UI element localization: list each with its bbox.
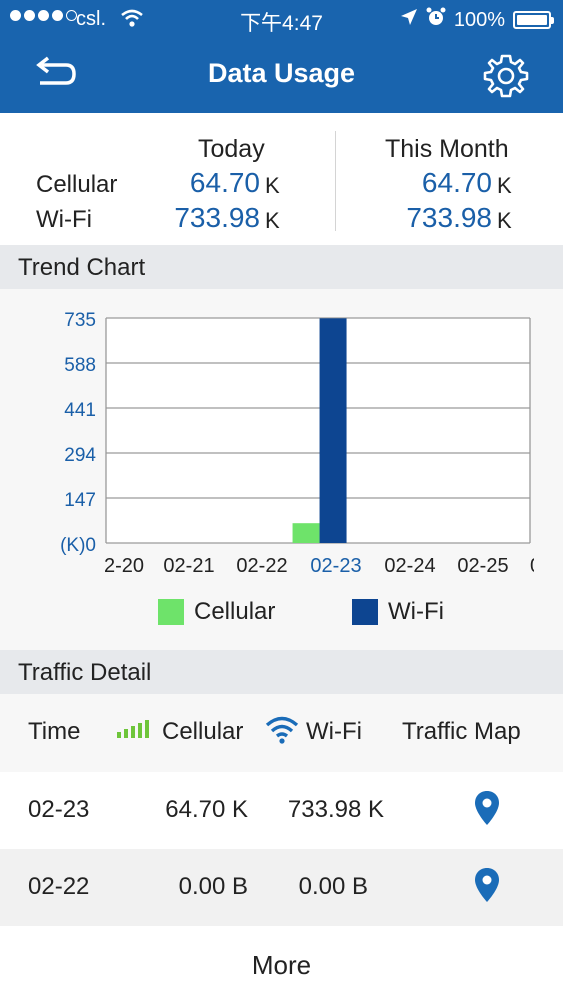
status-right: 100% [400, 7, 554, 33]
month-header: This Month [385, 135, 509, 163]
x-tick-label: 02-24 [384, 555, 435, 577]
col-time-header: Time [28, 718, 81, 745]
today-cellular-value: 64.70 [189, 167, 260, 198]
today-header: Today [198, 135, 265, 163]
cellular-label: Cellular [36, 171, 118, 198]
gear-icon [483, 54, 529, 98]
row-time: 02-23 [28, 796, 90, 823]
y-tick-label: 588 [64, 355, 96, 376]
month-cellular-unit: K [497, 173, 512, 198]
x-tick-label: 02-21 [163, 555, 214, 577]
battery-icon [513, 11, 554, 29]
bar-cellular-02-23 [292, 523, 320, 543]
col-wifi-header: Wi-Fi [306, 718, 362, 745]
settings-button[interactable] [482, 52, 530, 100]
legend-wifi: Wi-Fi [352, 597, 444, 627]
table-row: 02-23 64.70 K 733.98 K [0, 772, 563, 849]
table-header: Time Cellular Wi-Fi Traffic Map [0, 694, 563, 772]
trend-chart: 735 588 441 294 147 (K)0 2-20 02-21 02-22 02-23 02… [0, 289, 563, 650]
map-pin-icon[interactable] [474, 867, 500, 903]
traffic-detail-header: Traffic Detail [0, 650, 563, 694]
row-cellular: 64.70 K [165, 796, 248, 823]
x-tick-label: 02-23 [310, 555, 361, 577]
more-button[interactable]: More [0, 926, 563, 1000]
legend-cellular-label: Cellular [194, 598, 276, 625]
y-tick-label: 294 [64, 445, 96, 466]
nav-bar: Data Usage [0, 40, 563, 113]
trend-bar-chart: 735 588 441 294 147 (K)0 2-20 02-21 02-22 02-23 02… [60, 310, 541, 577]
month-wifi-value: 733.98 [406, 202, 492, 233]
page-title: Data Usage [207, 58, 356, 88]
battery-percent: 100% [453, 8, 505, 31]
x-tick-label: 02-22 [236, 555, 287, 577]
x-tick-label: 0 [530, 555, 541, 577]
today-wifi-value: 733.98 [174, 202, 260, 233]
x-axis-labels: 2-20 02-21 02-22 02-23 02-24 02-25 0 [104, 555, 541, 577]
col-cellular-header: Cellular [162, 718, 244, 745]
y-tick-label: 441 [64, 400, 96, 421]
map-pin-icon[interactable] [474, 790, 500, 826]
row-time: 02-22 [28, 873, 90, 900]
row-wifi: 0.00 B [298, 873, 368, 900]
legend-wifi-label: Wi-Fi [388, 598, 444, 625]
bar-wifi-02-23 [319, 318, 347, 543]
y-tick-label: 147 [64, 490, 96, 511]
summary-divider [335, 131, 336, 231]
table-row: 02-22 0.00 B 0.00 B [0, 849, 563, 926]
plot-area [106, 318, 530, 543]
wifi-label: Wi-Fi [36, 206, 92, 233]
legend-wifi-swatch [352, 599, 378, 625]
row-cellular: 0.00 B [178, 873, 248, 900]
wifi-signal-icon [264, 714, 300, 751]
status-bar: csl. 下午4:47 100% [0, 0, 563, 40]
row-wifi: 733.98 K [287, 796, 384, 823]
trend-chart-header: Trend Chart [0, 245, 563, 289]
usage-summary: Today This Month Cellular Wi-Fi 64.70 K … [0, 113, 563, 245]
alarm-icon [426, 7, 446, 33]
legend-cellular: Cellular [158, 597, 275, 627]
legend-cellular-swatch [158, 599, 184, 625]
month-cellular-value: 64.70 [421, 167, 492, 198]
top-bar: csl. 下午4:47 100% Data Usage [0, 0, 563, 113]
location-arrow-icon [400, 8, 418, 32]
today-wifi-unit: K [265, 208, 280, 233]
month-wifi-unit: K [497, 208, 512, 233]
y-tick-label: (K)0 [60, 535, 96, 556]
x-tick-label: 02-25 [457, 555, 508, 577]
x-tick-label: 2-20 [104, 555, 144, 577]
col-map-header: Traffic Map [402, 718, 521, 745]
today-cellular-unit: K [265, 173, 280, 198]
y-tick-label: 735 [64, 310, 96, 331]
cellular-signal-icon [116, 718, 156, 747]
